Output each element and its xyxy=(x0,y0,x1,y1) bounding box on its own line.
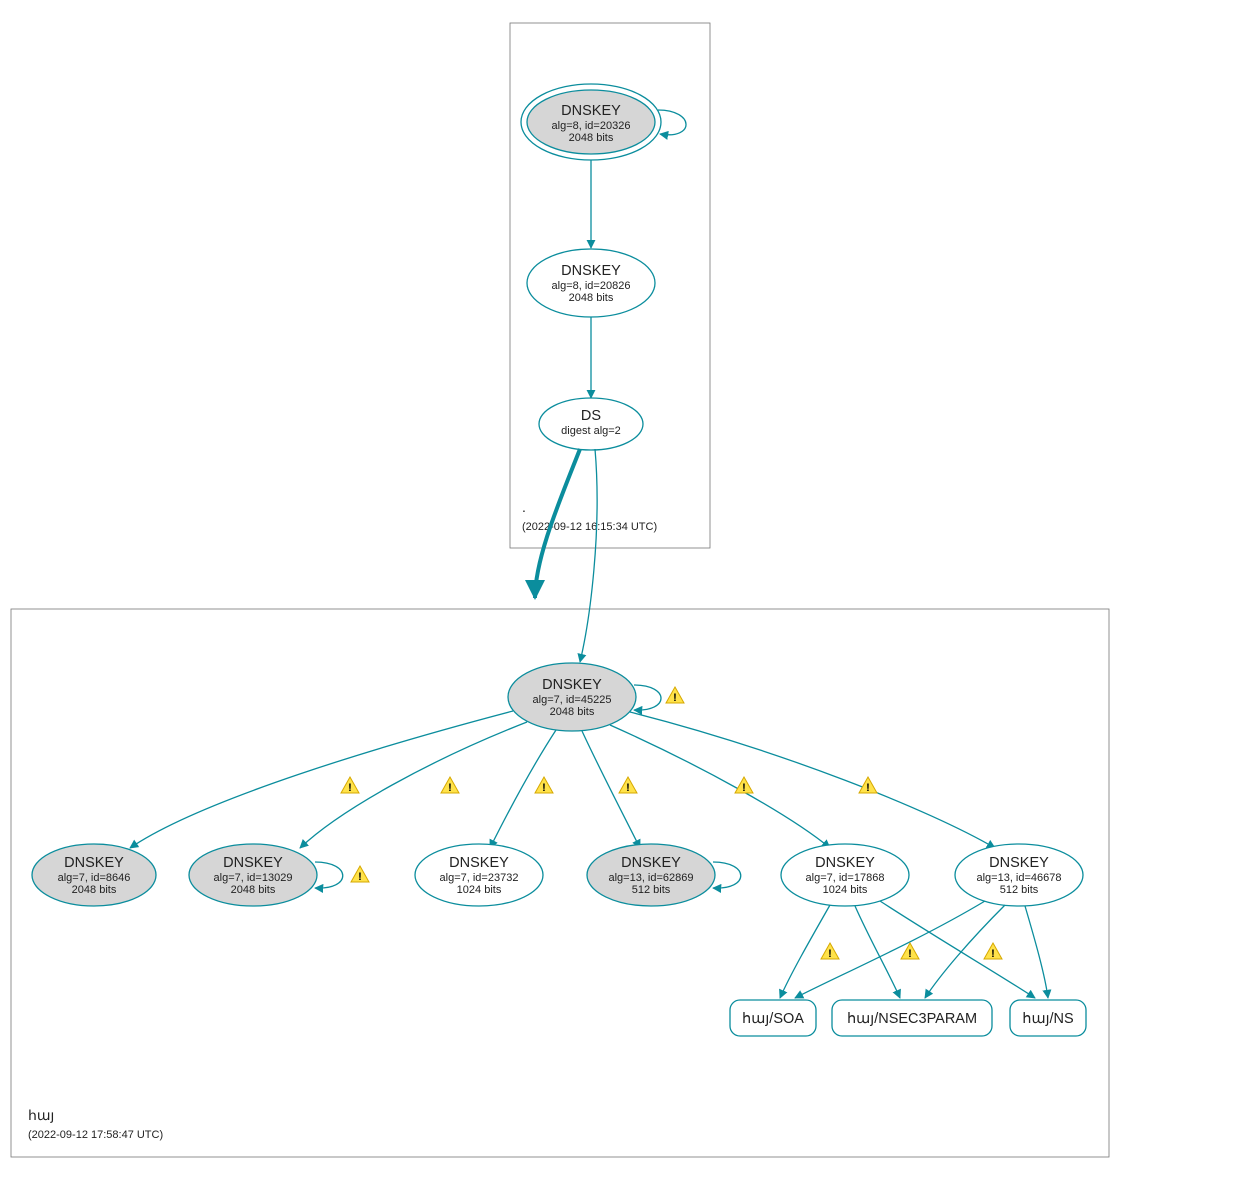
node-record-soa: հայ/SOA xyxy=(730,1000,816,1036)
svg-text:!: ! xyxy=(348,782,352,794)
edge-ksk-to-17868 xyxy=(610,725,830,848)
svg-text:!: ! xyxy=(542,782,546,794)
node-dnskey-root-zsk: DNSKEY alg=8, id=20826 2048 bits xyxy=(527,249,655,317)
node-record-nsec3param: հայ/NSEC3PARAM xyxy=(832,1000,992,1036)
svg-text:alg=7, id=8646: alg=7, id=8646 xyxy=(58,872,131,884)
warning-icon: ! xyxy=(351,866,369,883)
svg-text:alg=8, id=20826: alg=8, id=20826 xyxy=(552,280,631,292)
svg-text:DS: DS xyxy=(581,408,601,424)
svg-text:2048 bits: 2048 bits xyxy=(569,132,614,144)
node-dnskey-23732: DNSKEY alg=7, id=23732 1024 bits xyxy=(415,844,543,906)
warning-icon: ! xyxy=(441,777,459,794)
edge-17868-to-nsec3 xyxy=(855,906,900,998)
edge-46678-to-ns xyxy=(1025,906,1048,998)
svg-text:!: ! xyxy=(742,782,746,794)
svg-text:DNSKEY: DNSKEY xyxy=(989,855,1049,871)
svg-text:հայ/NSEC3PARAM: հայ/NSEC3PARAM xyxy=(847,1011,977,1027)
svg-text:2048 bits: 2048 bits xyxy=(569,292,614,304)
warning-icon: ! xyxy=(735,777,753,794)
svg-text:2048 bits: 2048 bits xyxy=(72,884,117,896)
node-dnskey-root-ksk: DNSKEY alg=8, id=20326 2048 bits xyxy=(521,84,661,160)
svg-text:DNSKEY: DNSKEY xyxy=(815,855,875,871)
warning-icon: ! xyxy=(901,943,919,960)
svg-text:alg=8, id=20326: alg=8, id=20326 xyxy=(552,120,631,132)
svg-text:DNSKEY: DNSKEY xyxy=(561,103,621,119)
svg-text:!: ! xyxy=(828,948,832,960)
svg-text:!: ! xyxy=(673,692,677,704)
svg-text:DNSKEY: DNSKEY xyxy=(223,855,283,871)
svg-text:!: ! xyxy=(358,871,362,883)
node-dnskey-46678: DNSKEY alg=13, id=46678 512 bits xyxy=(955,844,1083,906)
svg-text:հայ/NS: հայ/NS xyxy=(1022,1011,1073,1027)
warning-icon: ! xyxy=(619,777,637,794)
warning-icon: ! xyxy=(859,777,877,794)
svg-text:digest alg=2: digest alg=2 xyxy=(561,425,621,437)
warning-icon: ! xyxy=(984,943,1002,960)
warning-icon: ! xyxy=(535,777,553,794)
svg-text:512 bits: 512 bits xyxy=(632,884,671,896)
svg-text:alg=7, id=45225: alg=7, id=45225 xyxy=(533,694,612,706)
node-dnskey-child-ksk: DNSKEY alg=7, id=45225 2048 bits xyxy=(508,663,636,731)
edge-selfloop-13029 xyxy=(315,862,343,888)
dnssec-graph: . (2022-09-12 16:15:34 UTC) DNSKEY alg=8… xyxy=(0,0,1236,1183)
warning-icon: ! xyxy=(666,687,684,704)
zone-root-timestamp: (2022-09-12 16:15:34 UTC) xyxy=(522,521,657,533)
svg-text:2048 bits: 2048 bits xyxy=(231,884,276,896)
edge-ksk-to-8646 xyxy=(130,711,513,848)
node-ds: DS digest alg=2 xyxy=(539,398,643,450)
zone-child-label: հայ xyxy=(28,1107,54,1123)
edge-17868-to-ns xyxy=(880,901,1035,998)
svg-text:հայ/SOA: հայ/SOA xyxy=(742,1011,804,1027)
svg-text:alg=7, id=17868: alg=7, id=17868 xyxy=(806,872,885,884)
svg-text:alg=13, id=62869: alg=13, id=62869 xyxy=(608,872,693,884)
svg-text:DNSKEY: DNSKEY xyxy=(542,677,602,693)
svg-text:alg=7, id=23732: alg=7, id=23732 xyxy=(440,872,519,884)
edge-ds-to-child-ksk xyxy=(580,449,597,662)
svg-text:!: ! xyxy=(448,782,452,794)
svg-text:2048 bits: 2048 bits xyxy=(550,706,595,718)
zone-child-timestamp: (2022-09-12 17:58:47 UTC) xyxy=(28,1129,163,1141)
node-dnskey-13029: DNSKEY alg=7, id=13029 2048 bits xyxy=(189,844,317,906)
svg-text:!: ! xyxy=(626,782,630,794)
svg-text:DNSKEY: DNSKEY xyxy=(64,855,124,871)
svg-text:alg=13, id=46678: alg=13, id=46678 xyxy=(976,872,1061,884)
node-dnskey-8646: DNSKEY alg=7, id=8646 2048 bits xyxy=(32,844,156,906)
warning-icon: ! xyxy=(341,777,359,794)
svg-text:!: ! xyxy=(908,948,912,960)
edge-ksk-to-13029 xyxy=(300,722,527,848)
svg-text:DNSKEY: DNSKEY xyxy=(621,855,681,871)
warning-icon: ! xyxy=(821,943,839,960)
svg-text:512 bits: 512 bits xyxy=(1000,884,1039,896)
edge-selfloop-62869 xyxy=(713,862,741,888)
edge-selfloop-root-ksk xyxy=(658,110,686,135)
node-record-ns: հայ/NS xyxy=(1010,1000,1086,1036)
svg-text:1024 bits: 1024 bits xyxy=(823,884,868,896)
node-dnskey-17868: DNSKEY alg=7, id=17868 1024 bits xyxy=(781,844,909,906)
svg-text:alg=7, id=13029: alg=7, id=13029 xyxy=(214,872,293,884)
edge-ksk-to-46678 xyxy=(630,712,995,848)
node-dnskey-62869: DNSKEY alg=13, id=62869 512 bits xyxy=(587,844,715,906)
svg-text:DNSKEY: DNSKEY xyxy=(561,263,621,279)
svg-text:!: ! xyxy=(866,782,870,794)
edge-selfloop-child-ksk xyxy=(634,685,661,710)
zone-root-label: . xyxy=(522,499,526,515)
svg-text:!: ! xyxy=(991,948,995,960)
svg-text:DNSKEY: DNSKEY xyxy=(449,855,509,871)
svg-text:1024 bits: 1024 bits xyxy=(457,884,502,896)
